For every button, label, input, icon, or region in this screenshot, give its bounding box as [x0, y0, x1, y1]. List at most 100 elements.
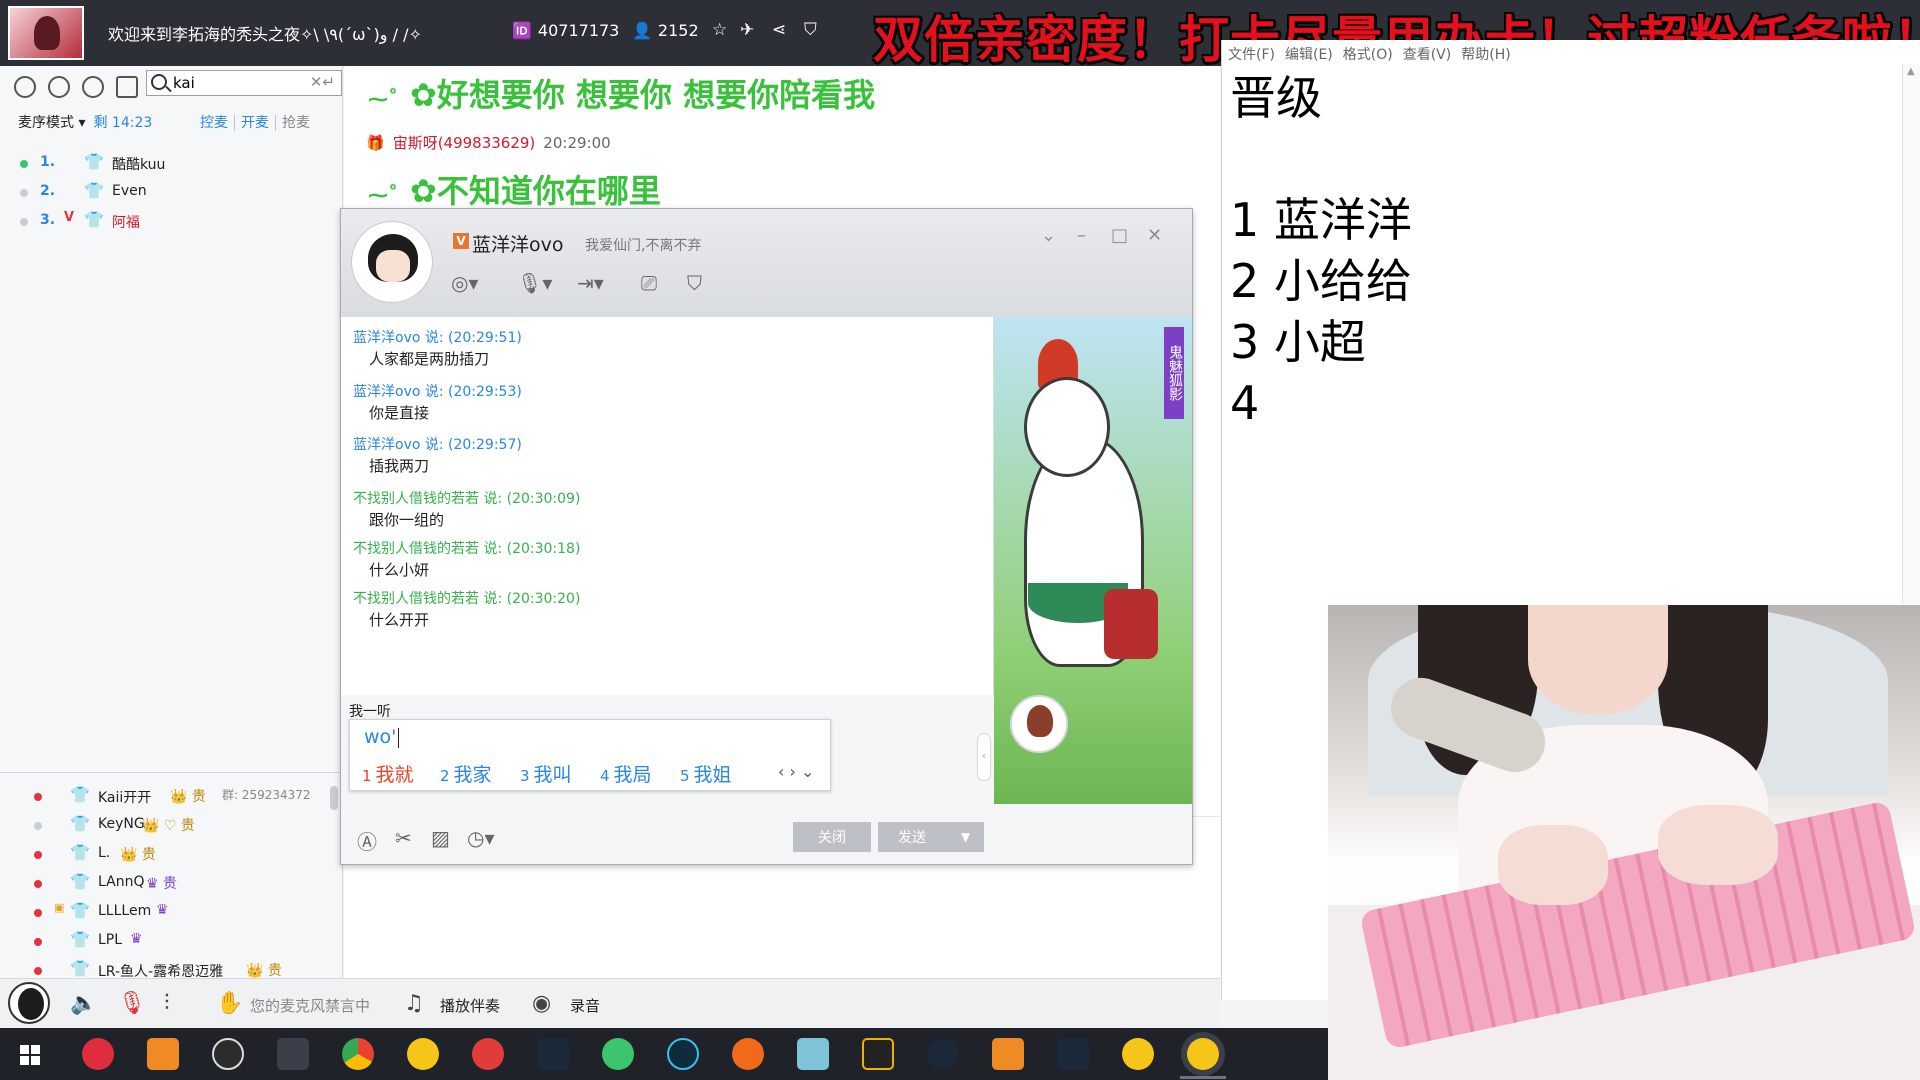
ime-candidate[interactable]: 2 我家	[440, 760, 492, 787]
record-button[interactable]: 录音	[570, 995, 600, 1016]
mic-mode-selector[interactable]: 麦序模式 ▾ 剩 14:23	[18, 112, 152, 132]
minimize-icon[interactable]: –	[1077, 225, 1086, 246]
shield-icon[interactable]: ⛉	[804, 20, 817, 40]
star-icon[interactable]: ☆	[712, 20, 727, 40]
equalizer-icon[interactable]: ⫶	[164, 991, 170, 1016]
grab-mic-button[interactable]: 抢麦	[275, 115, 316, 131]
ime-page-nav[interactable]: ‹ › ⌄	[778, 762, 814, 781]
app-icon[interactable]	[147, 1038, 179, 1070]
queue-item[interactable]: 2. 👕 Even	[20, 181, 320, 205]
maximize-icon[interactable]: □	[1111, 225, 1128, 246]
app-icon[interactable]	[1057, 1038, 1089, 1070]
close-button[interactable]: 关闭	[793, 822, 871, 852]
contact-avatar[interactable]	[351, 221, 433, 303]
wechat-icon[interactable]	[602, 1038, 634, 1070]
message-header: 不找别人借钱的若若 说: (20:30:09)	[353, 491, 581, 507]
app-icon[interactable]	[992, 1038, 1024, 1070]
message-body: 跟你一组的	[369, 511, 445, 529]
steam-icon[interactable]	[927, 1038, 959, 1070]
compose-text[interactable]: 我一听	[349, 701, 391, 721]
user-icon[interactable]	[14, 76, 36, 98]
camera-icon[interactable]: ◎▾	[451, 271, 479, 295]
speaker-icon[interactable]: 🔈	[70, 991, 97, 1016]
app-icon[interactable]	[862, 1038, 894, 1070]
microphone-icon[interactable]: 🎙▾	[517, 271, 552, 295]
message-history[interactable]: 蓝洋洋ovo 说: (20:29:51) 人家都是两肋插刀 蓝洋洋ovo 说: …	[341, 317, 994, 695]
member-row[interactable]: 👕 KeyNG 👑 ♡ 贵	[34, 813, 334, 839]
contact-name[interactable]: 蓝洋洋ovo	[472, 230, 564, 257]
collapse-handle[interactable]: ‹	[977, 733, 991, 781]
scissors-icon[interactable]: ✂	[395, 826, 412, 850]
netease-music-icon[interactable]	[82, 1038, 114, 1070]
location-icon[interactable]	[82, 76, 104, 98]
online-count: 👤 2152	[632, 21, 699, 40]
notepad-scrollbar[interactable]	[1902, 64, 1920, 604]
webcam-feed	[1328, 605, 1920, 1080]
history-icon[interactable]: ◷▾	[467, 826, 495, 850]
member-row[interactable]: ▣ 👕 LLLLem ♛	[34, 900, 334, 926]
menu-file[interactable]: 文件(F)	[1228, 47, 1275, 63]
share-icon[interactable]: ⋖	[772, 20, 786, 40]
app-icon[interactable]	[667, 1038, 699, 1070]
chevron-down-icon[interactable]: ⌄	[1041, 225, 1056, 246]
plane-icon[interactable]: ✈	[740, 20, 754, 40]
search-input[interactable]	[173, 73, 293, 93]
send-options-icon[interactable]: ▼	[961, 830, 970, 844]
menu-help[interactable]: 帮助(H)	[1461, 47, 1510, 63]
app-icon[interactable]	[537, 1038, 569, 1070]
chat-sender[interactable]: 🎁 宙斯呀(499833629) 20:29:00	[366, 132, 611, 153]
record-icon[interactable]: ◉	[532, 991, 551, 1016]
image-icon[interactable]: ▨	[431, 826, 450, 850]
ime-candidate-box: wo' 1 我就 2 我家 3 我叫 4 我局 5 我姐 ‹ › ⌄	[349, 719, 831, 791]
remote-desktop-icon[interactable]	[277, 1038, 309, 1070]
menu-edit[interactable]: 编辑(E)	[1285, 47, 1333, 63]
play-accompaniment-button[interactable]: 播放伴奏	[440, 995, 500, 1016]
clear-icon[interactable]: ✕↵	[310, 73, 335, 91]
ime-candidate[interactable]: 5 我姐	[680, 760, 732, 787]
user-avatar[interactable]	[8, 982, 50, 1024]
member-row[interactable]: 👕 L. 👑 贵	[34, 842, 334, 868]
refresh-icon[interactable]	[48, 76, 70, 98]
app-icon[interactable]	[407, 1038, 439, 1070]
ime-candidate[interactable]: 4 我局	[600, 760, 652, 787]
yy-active-icon[interactable]	[1187, 1038, 1219, 1070]
shield-icon[interactable]: ⛉	[687, 271, 702, 295]
close-icon[interactable]: ✕	[1147, 225, 1162, 246]
open-mic-button[interactable]: 开麦	[234, 115, 275, 131]
notepad-text[interactable]: 晋级 1 蓝洋洋 2 小给给 3 小超 4	[1230, 68, 1412, 434]
screen-share-icon[interactable]: ⎚	[641, 271, 657, 295]
member-search[interactable]: ✕↵	[146, 70, 342, 96]
ime-input: wo'	[364, 726, 400, 748]
app-icon[interactable]	[797, 1038, 829, 1070]
member-row[interactable]: 👕 LPL ♛	[34, 929, 334, 955]
music-icon[interactable]: ♫	[404, 991, 424, 1016]
yy-icon[interactable]	[1122, 1038, 1154, 1070]
member-row[interactable]: 👕 LAnnQ ♛ 贵	[34, 871, 334, 897]
menu-format[interactable]: 格式(O)	[1343, 47, 1393, 63]
app-icon[interactable]	[472, 1038, 504, 1070]
room-title: 欢迎来到李拓海的秃头之夜✧\ \٩(ˊωˋ)و / /✧	[108, 25, 422, 44]
list-icon[interactable]	[116, 76, 138, 98]
windows-start-icon[interactable]	[20, 1045, 40, 1065]
ime-candidate[interactable]: 3 我叫	[520, 760, 572, 787]
file-transfer-icon[interactable]: ⇥▾	[577, 271, 604, 295]
message-body: 什么开开	[369, 611, 430, 629]
app-icon[interactable]	[732, 1038, 764, 1070]
vest-icon: 👕	[70, 785, 90, 804]
chrome-icon[interactable]	[342, 1038, 374, 1070]
self-avatar[interactable]	[1010, 695, 1068, 753]
room-avatar[interactable]	[8, 6, 84, 60]
member-badges: ♛	[130, 931, 143, 947]
member-row[interactable]: 👕 Kaii开开 👑 贵 群: 259234372	[34, 784, 334, 810]
obs-icon[interactable]	[212, 1038, 244, 1070]
ime-candidate[interactable]: 1 我就	[362, 760, 414, 787]
mic-muted-icon[interactable]: 🎙	[118, 991, 146, 1016]
queue-item[interactable]: 1. 👕 酷酷kuu	[20, 152, 320, 176]
title-ribbon: 鬼魅狐影	[1164, 327, 1184, 419]
control-mic-button[interactable]: 控麦	[194, 115, 234, 131]
menu-view[interactable]: 查看(V)	[1403, 47, 1452, 63]
member-panel: ✕↵ 麦序模式 ▾剩 14:23 控麦开麦抢麦 1. 👕 酷酷kuu 2. 👕 …	[0, 66, 343, 980]
message-body: 插我两刀	[369, 457, 430, 475]
queue-item[interactable]: 3. V 👕 阿福	[20, 210, 320, 234]
font-icon[interactable]: Ⓐ	[357, 826, 377, 855]
